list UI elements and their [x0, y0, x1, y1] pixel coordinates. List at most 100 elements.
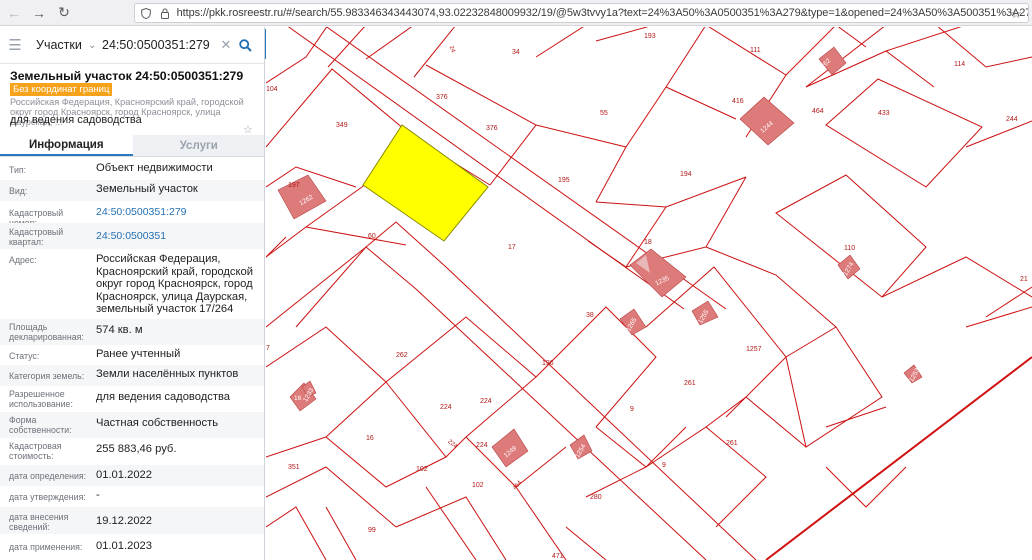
menu-icon[interactable]: ☰	[0, 36, 30, 54]
field-value: 01.01.2023	[96, 540, 152, 552]
browser-toolbar: ← → ↻ https://pkk.rosreestr.ru/#/search/…	[0, 0, 1032, 26]
parcel-label: 280	[590, 494, 602, 501]
building-labels: 262 1244 1262 1274 1235 1265 1255 1253 1…	[294, 57, 922, 459]
reload-icon: ↻	[58, 4, 70, 20]
parcel-title: Земельный участок 24:50:0500351:279	[10, 69, 244, 83]
field-value: 19.12.2022	[96, 515, 152, 527]
field-value: 574 кв. м	[96, 324, 143, 336]
field-label: Форма собственности:	[9, 415, 72, 435]
arrow-left-icon: ←	[7, 4, 21, 21]
table-row: Форма собственности: Частная собственнос…	[0, 412, 264, 438]
map-canvas[interactable]: 104 34 193 111 114 376 55 416 433 244 34…	[266, 27, 1032, 560]
table-row: Адрес: Российская Федерация, Красноярски…	[0, 249, 264, 319]
field-value: Земельный участок	[96, 183, 198, 195]
table-row: Статус: Ранее учтенный	[0, 345, 264, 365]
arrow-right-icon: →	[32, 4, 46, 21]
street-label: 24	[448, 45, 456, 54]
parcel-label: 111	[750, 47, 761, 54]
field-label: Статус:	[9, 351, 40, 361]
field-value: -	[96, 489, 100, 501]
reload-button[interactable]: ↻	[53, 2, 75, 24]
parcel-boundaries	[266, 27, 1032, 560]
table-row: дата применения: 01.01.2023	[0, 534, 264, 560]
table-row: Кадастровый квартал: 24:50:0500351	[0, 223, 264, 249]
chevron-down-icon[interactable]: ⌄	[88, 40, 102, 51]
table-row: Категория земель: Земли населённых пункт…	[0, 365, 264, 386]
tab-services[interactable]: Услуги	[132, 135, 264, 156]
parcel-label: 376	[486, 125, 498, 132]
zone-boundary	[765, 356, 1032, 560]
parcel-label: 34	[512, 49, 520, 56]
table-row: Кадастровый номер: 24:50:0500351:279	[0, 201, 264, 228]
parcel-label: 9	[630, 406, 634, 413]
back-button[interactable]: ←	[3, 2, 25, 24]
field-value: для ведения садоводства	[96, 391, 231, 403]
table-row: Тип: Объект недвижимости	[0, 158, 264, 180]
table-row: дата внесения сведений: 19.12.2022	[0, 507, 264, 534]
parcel-label: 195	[558, 177, 570, 184]
field-label: дата утверждения:	[9, 492, 86, 502]
parcel-label: 197	[288, 182, 300, 189]
field-value: Российская Федерация, Красноярский край,…	[96, 253, 254, 315]
parcel-label: 38	[586, 312, 594, 319]
parcel-label: 60	[368, 233, 376, 240]
parcel-label: 261	[684, 380, 696, 387]
parcel-purpose: для ведения садоводства	[10, 114, 142, 126]
field-label: Кадастровый квартал:	[9, 227, 64, 247]
bookmark-star-icon[interactable]: ☆	[1010, 6, 1022, 22]
building	[277, 174, 327, 220]
search-icon	[238, 38, 252, 52]
status-badge: Без координат границ	[10, 83, 113, 96]
parcel-label: 21	[1020, 276, 1028, 283]
table-row: Площадь декларированная: 574 кв. м	[0, 319, 264, 345]
parcel-label: 7	[266, 345, 270, 352]
search-type-select[interactable]: Участки	[36, 38, 88, 52]
shield-icon	[138, 5, 154, 21]
parcel-label: 55	[600, 110, 608, 117]
parcel-label: 114	[954, 61, 965, 68]
parcel-label: 433	[878, 110, 890, 117]
clear-icon[interactable]: ✕	[218, 37, 234, 53]
parcel-label: 349	[336, 122, 348, 129]
parcel-label: 193	[644, 33, 656, 40]
url-text: https://pkk.rosreestr.ru/#/search/55.983…	[176, 7, 1028, 19]
parcel-label: 464	[812, 108, 824, 115]
street-label: 464	[512, 479, 523, 491]
cadastral-quarter-link[interactable]: 24:50:0500351	[96, 230, 261, 243]
cadastral-number-link[interactable]: 24:50:0500351:279	[96, 206, 261, 219]
info-sidebar: ☰ Участки ⌄ ✕ Земельный участок 24:50:05…	[0, 27, 265, 560]
field-label: Адрес:	[9, 255, 37, 265]
cadastral-map[interactable]: 104 34 193 111 114 376 55 416 433 244 34…	[266, 27, 1032, 560]
table-row: дата утверждения: -	[0, 486, 264, 507]
parcel-label: 196	[542, 360, 554, 367]
table-row: Разрешенное использование: для ведения с…	[0, 386, 264, 412]
field-label: Разрешенное использование:	[9, 389, 73, 409]
parcel-label: 102	[416, 466, 428, 473]
parcel-label: 16	[366, 435, 374, 442]
parcel-label: 9	[662, 462, 666, 469]
building	[739, 96, 795, 146]
lock-icon	[157, 5, 173, 21]
parcel-label: 261	[726, 440, 738, 447]
selected-parcel[interactable]	[362, 124, 489, 242]
building	[629, 248, 687, 298]
field-label: Вид:	[9, 186, 28, 196]
parcel-labels: 104 34 193 111 114 376 55 416 433 244 34…	[266, 33, 1028, 560]
address-bar[interactable]: https://pkk.rosreestr.ru/#/search/55.983…	[134, 3, 1029, 23]
forward-button[interactable]: →	[28, 2, 50, 24]
field-label: Площадь декларированная:	[9, 322, 84, 342]
table-row: Кадастровая стоимость: 255 883,46 руб.	[0, 438, 264, 465]
building-label: 16	[294, 395, 302, 402]
search-button[interactable]	[234, 34, 256, 56]
parcel-label: 224	[440, 404, 452, 411]
parcel-label: 416	[732, 98, 744, 105]
search-input[interactable]	[102, 38, 218, 52]
field-value: Частная собственность	[96, 417, 219, 429]
tab-info[interactable]: Информация	[0, 135, 133, 156]
field-value: Объект недвижимости	[96, 162, 213, 174]
parcel-label: 262	[396, 352, 408, 359]
parcel-label: 99	[368, 527, 376, 534]
field-value: Ранее учтенный	[96, 348, 181, 360]
table-row: Вид: Земельный участок	[0, 180, 264, 201]
field-label: Категория земель:	[9, 371, 85, 381]
